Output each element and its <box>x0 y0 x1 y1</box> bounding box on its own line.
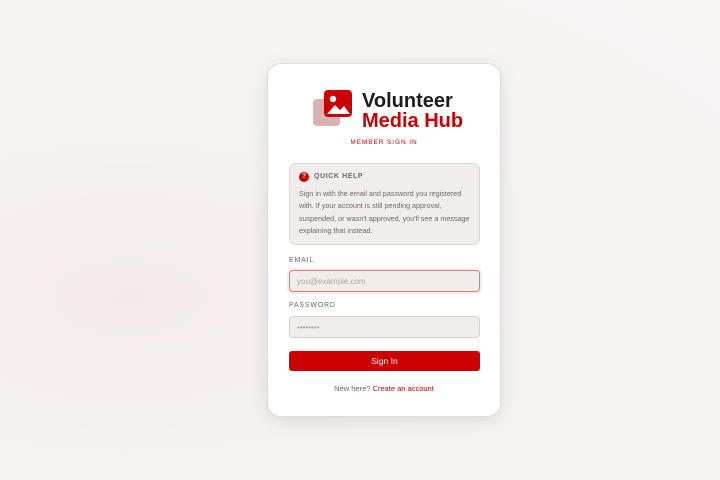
quick-help-title: QUICK HELP <box>314 173 364 180</box>
sign-in-button[interactable]: Sign In <box>289 351 480 371</box>
quick-help-panel: ? QUICK HELP Sign in with the email and … <box>289 163 480 245</box>
page-subtitle: MEMBER SIGN IN <box>350 139 418 146</box>
signup-prompt-text: New here? <box>334 384 371 393</box>
brand-title-line1: Volunteer <box>362 90 453 112</box>
image-gallery-icon <box>313 90 352 126</box>
create-account-link[interactable]: Create an account <box>373 384 434 393</box>
quick-help-text: Sign in with the email and password you … <box>299 189 470 235</box>
sign-in-card: Volunteer Media Hub MEMBER SIGN IN ? QUI… <box>267 63 501 417</box>
brand-title-line2: Media Hub <box>362 110 464 132</box>
signup-prompt: New here? Create an account <box>268 384 500 393</box>
password-field[interactable] <box>289 316 480 338</box>
question-icon: ? <box>299 172 309 182</box>
password-label: PASSWORD <box>289 302 336 309</box>
email-label: EMAIL <box>289 257 315 264</box>
email-field[interactable] <box>289 270 480 292</box>
